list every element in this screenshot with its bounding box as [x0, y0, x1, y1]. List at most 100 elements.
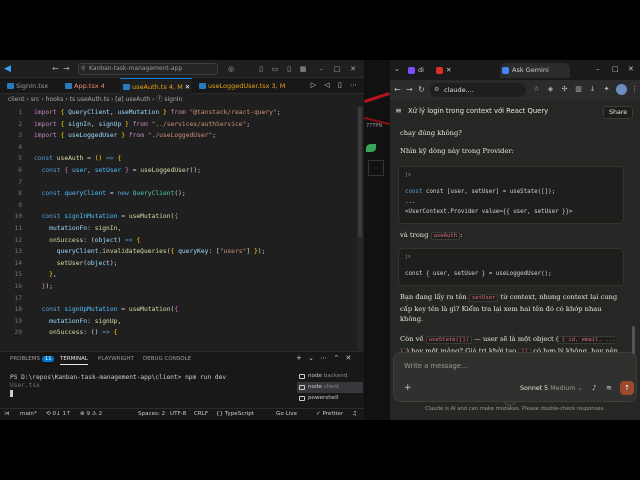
code-line[interactable]: const queryClient = new QueryClient(); — [34, 190, 186, 197]
code-line[interactable]: onSuccess: (object) => { — [34, 237, 140, 244]
terminal-actions[interactable]: + ⌄ ⋯ ⌃ ✕ — [296, 354, 353, 362]
code-editor[interactable]: 1 import { QueryClient, useMutation } fro… — [0, 107, 356, 350]
code-line: <UserContext.Provider value={{ user, set… — [405, 209, 573, 215]
git-sync[interactable]: ⟲ 0↓ 1↑ — [46, 409, 71, 420]
customize-layout-icon[interactable]: ▦ — [298, 64, 308, 74]
code-line[interactable]: import { signIn, signUp } from "../servi… — [34, 121, 250, 128]
remote-icon[interactable]: ⋊ — [4, 409, 10, 420]
code-line[interactable]: const useAuth = () => { — [34, 155, 121, 162]
inline-code: setUser — [468, 294, 499, 302]
editor-scrollbar[interactable] — [357, 107, 363, 350]
back-arrow-icon[interactable]: ← — [52, 64, 59, 74]
code-line[interactable]: }); — [34, 283, 53, 290]
line-number: 14 — [14, 259, 22, 267]
breadcrumb[interactable]: client › src › hooks › ts useAuth.ts › [… — [0, 94, 364, 106]
tab-useauth[interactable]: useAuth.ts 4, M ✕ — [120, 78, 192, 94]
code-line[interactable]: onSuccess: () => { — [34, 329, 117, 336]
code-line[interactable]: setUser(object); — [34, 260, 118, 267]
message-composer[interactable]: Write a message... + Sonnet 5 Medium ⌄ ♪… — [393, 352, 637, 402]
terminal-item[interactable]: powershell — [297, 393, 363, 404]
maximize-icon[interactable]: □ — [612, 64, 619, 74]
code-line[interactable]: const signInMutation = useMutation({ — [34, 213, 179, 220]
tab-playwright[interactable]: PLAYWRIGHT — [98, 356, 134, 362]
menu-icon[interactable]: ⋮ — [630, 85, 639, 94]
gemini-icon[interactable]: ✦ — [602, 85, 611, 94]
terminal-item[interactable]: node backend — [297, 371, 363, 382]
forward-arrow-icon[interactable]: → — [406, 84, 413, 95]
code-line[interactable]: const { user, setUser } = useLoggedUser(… — [34, 167, 201, 174]
puzzle-icon[interactable]: ✣ — [560, 85, 569, 94]
code-line: const const [user, setUser] = useState([… — [405, 189, 556, 195]
send-button[interactable]: ↑ — [620, 381, 634, 395]
code-line[interactable]: import { useLoggedUser } from "./useLogg… — [34, 132, 216, 139]
line-number: 7 — [18, 178, 22, 186]
profile-avatar[interactable] — [616, 84, 627, 95]
terminal-output[interactable]: PS D:\repos\Kanban-task-management-app\c… — [10, 374, 226, 399]
problems-status[interactable]: ⊗ 9 ⚠ 2 — [80, 409, 102, 420]
extension-icon[interactable]: ◈ — [546, 85, 555, 94]
eol-status[interactable]: CRLF — [194, 409, 208, 420]
inline-code: useAuth — [430, 232, 461, 240]
code-line[interactable]: mutationFn: signUp, — [34, 318, 121, 325]
line-number: 9 — [18, 201, 22, 209]
tab-app[interactable]: App.tsx 4 — [62, 78, 116, 94]
tab-useloggeduser[interactable]: useLoggedUser.tsx 3, M — [196, 78, 292, 94]
message-input[interactable]: Write a message... — [404, 362, 467, 370]
line-number: 16 — [14, 283, 22, 290]
download-icon[interactable]: ↓ — [588, 85, 597, 94]
git-branch[interactable]: main* — [20, 409, 37, 420]
sidebar-icon[interactable]: ▥ — [574, 85, 583, 94]
maximize-icon[interactable]: □ — [332, 64, 342, 74]
chevron-down-icon: ⌄ — [577, 385, 583, 392]
attach-plus-icon[interactable]: + — [404, 383, 412, 393]
close-icon[interactable]: ✕ — [348, 64, 358, 74]
notifications-icon[interactable]: ♫ — [352, 409, 357, 420]
terminal-item[interactable]: node client — [297, 382, 363, 393]
forward-arrow-icon[interactable]: → — [63, 64, 70, 74]
tab-close-icon[interactable]: ✕ — [185, 83, 190, 91]
voice-mode-icon[interactable]: ≋ — [606, 384, 612, 392]
tab-terminal[interactable]: TERMINAL — [60, 356, 88, 365]
code-line[interactable]: queryClient.invalidateQueries({ queryKey… — [34, 248, 266, 255]
close-icon[interactable]: ✕ — [628, 64, 634, 74]
language-status[interactable]: {} TypeScript — [216, 409, 254, 420]
conversation-title[interactable]: Xử lý login trong context với React Quer… — [408, 107, 548, 115]
browser-tab[interactable]: ✕ — [434, 63, 458, 78]
site-info-icon[interactable]: ⚙ — [434, 83, 439, 97]
sidebar-toggle-icon[interactable]: ≡ — [395, 106, 402, 115]
tab-search-icon[interactable]: ⌄ — [394, 64, 400, 74]
line-number: 5 — [18, 155, 22, 163]
code-line[interactable]: const signUpMutation = useMutation({ — [34, 306, 179, 313]
share-button[interactable]: Share — [603, 106, 634, 119]
tab-debug-console[interactable]: DEBUG CONSOLE — [143, 356, 191, 362]
star-icon[interactable]: ☆ — [532, 85, 541, 94]
scrollbar-thumb[interactable] — [358, 107, 362, 237]
back-arrow-icon[interactable]: ← — [394, 84, 401, 95]
minimize-icon[interactable]: – — [596, 64, 600, 74]
browser-tab[interactable]: di — [406, 63, 434, 78]
tab-problems[interactable]: PROBLEMS 11 — [10, 356, 55, 362]
copilot-icon[interactable]: ◎ — [226, 64, 236, 74]
layout-panel-icon[interactable]: ▭ — [270, 64, 280, 74]
code-line[interactable]: mutationFn: signIn, — [34, 225, 121, 232]
code-line[interactable]: }, — [34, 271, 57, 278]
indentation-status[interactable]: Spaces: 2 — [138, 409, 165, 420]
prettier-status[interactable]: ✓ Prettier — [316, 409, 343, 420]
model-selector[interactable]: Sonnet 5 Medium ⌄ — [520, 385, 583, 392]
vscode-titlebar: ◀ ← → ⚲ Kanban-task-management-app ◎ ▯ ▭… — [0, 60, 364, 78]
layout-sidebar-icon[interactable]: ▯ — [256, 64, 266, 74]
browser-tab-active[interactable]: Ask Gemini — [500, 63, 570, 78]
url-field[interactable]: ⚙ claude.... — [430, 83, 526, 97]
tab-signin[interactable]: SignIn.tsx — [4, 78, 58, 94]
microphone-icon[interactable]: ♪ — [592, 384, 596, 392]
layout-secondary-icon[interactable]: ▯ — [284, 64, 294, 74]
tab-close-icon[interactable]: ✕ — [446, 66, 451, 74]
command-center-search[interactable]: ⚲ Kanban-task-management-app — [78, 63, 218, 75]
reload-icon[interactable]: ↻ — [418, 84, 425, 95]
line-number: 18 — [14, 306, 22, 314]
editor-actions[interactable]: ▷ ◁ ▯ ⋯ — [311, 81, 360, 89]
minimize-icon[interactable]: – — [316, 64, 326, 74]
code-line[interactable]: import { QueryClient, useMutation } from… — [34, 109, 281, 116]
encoding-status[interactable]: UTF-8 — [170, 409, 186, 420]
go-live-button[interactable]: Go Live — [276, 409, 297, 420]
